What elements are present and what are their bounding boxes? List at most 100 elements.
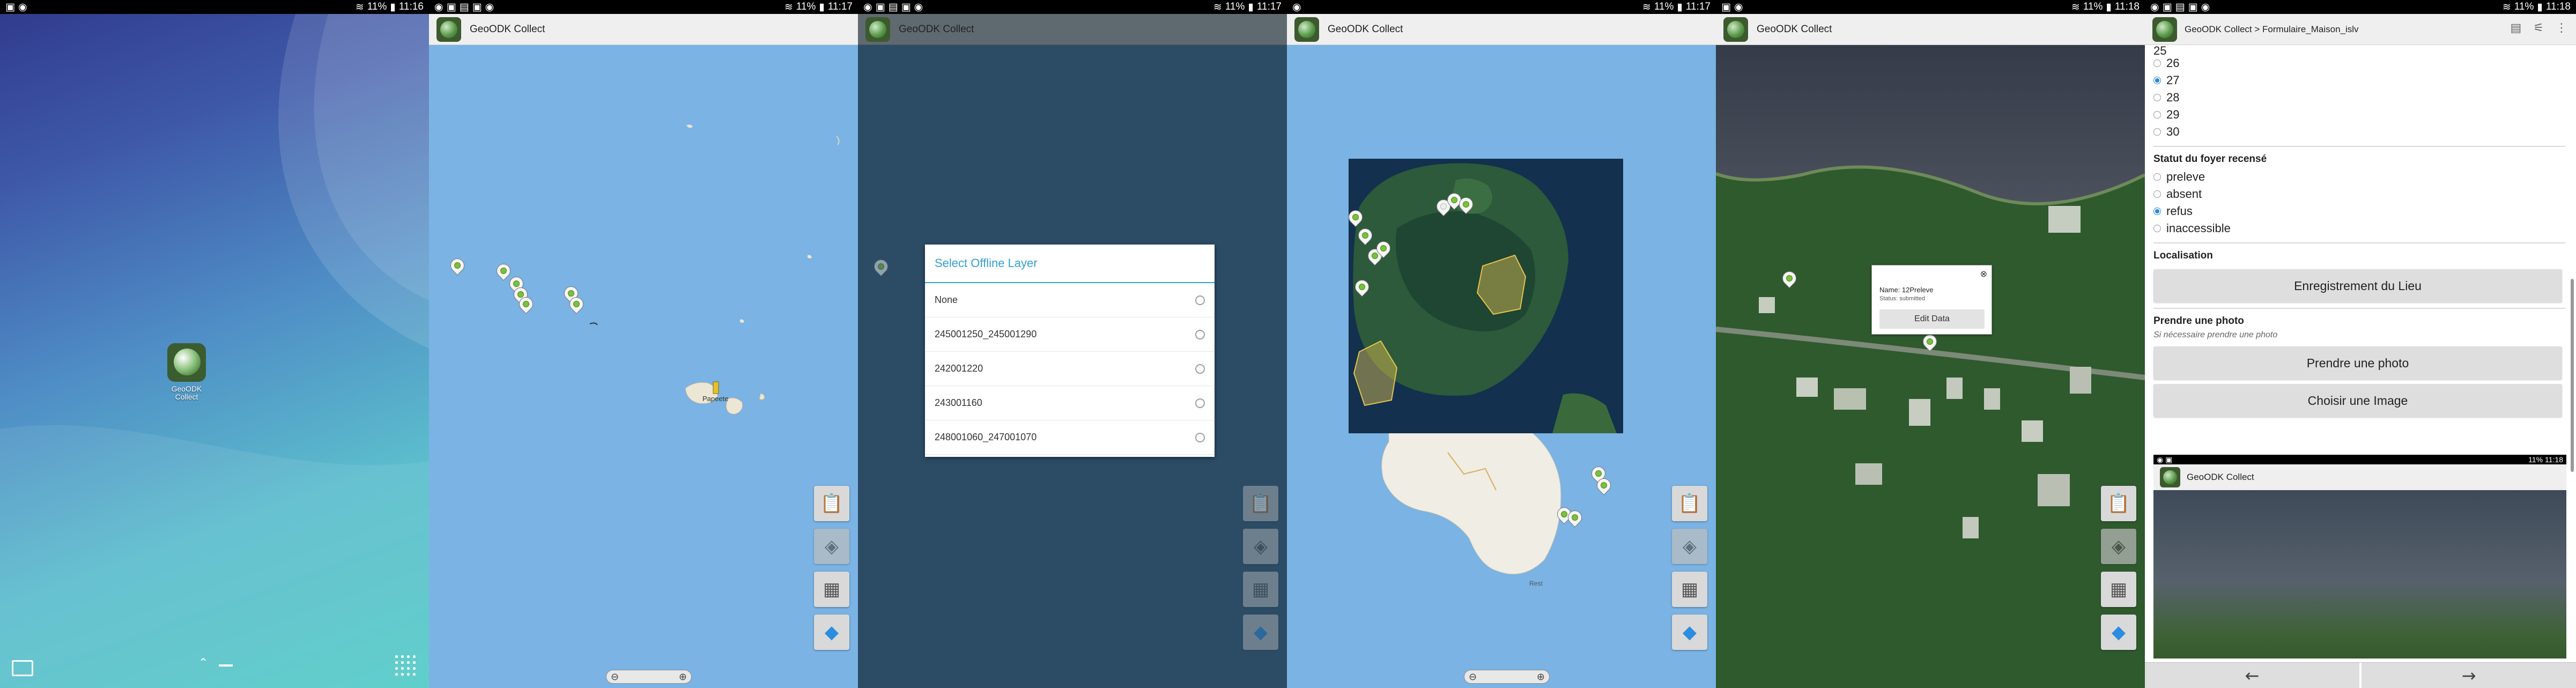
layers-button[interactable]: ◈ xyxy=(814,529,849,564)
layer-option[interactable]: 245001250_245001290 xyxy=(925,317,1215,352)
map-place-label: Rest xyxy=(1529,580,1543,587)
layers-button[interactable]: ◈ xyxy=(1672,529,1707,564)
save-icon[interactable]: ▤ xyxy=(2510,21,2521,35)
notification-icon: ▣ ◉ xyxy=(5,1,27,13)
locate-button[interactable]: ◆ xyxy=(2101,615,2136,650)
map-pin[interactable] xyxy=(1594,475,1614,498)
status-bar: ▣ ◉ ≋ 11% ▮ 11:16 xyxy=(0,0,429,14)
map-pin[interactable] xyxy=(447,255,468,278)
layers-icon: ◈ xyxy=(824,536,839,557)
layer-option-label: 242001220 xyxy=(935,363,983,374)
scrollbar[interactable] xyxy=(2571,279,2574,472)
map-pin[interactable] xyxy=(1779,268,1800,291)
close-icon[interactable]: ⊗ xyxy=(1980,269,1987,279)
map-pin[interactable] xyxy=(566,294,587,316)
layer-option[interactable]: 242001220 xyxy=(925,352,1215,386)
geoodk-logo-icon xyxy=(865,17,890,42)
zoom-out-icon[interactable]: ⊖ xyxy=(1469,671,1477,683)
radio-button[interactable] xyxy=(2153,225,2161,232)
layer-option-label: 245001250_245001290 xyxy=(935,329,1037,339)
radio-option[interactable]: 30 xyxy=(2153,123,2576,140)
radio-button[interactable] xyxy=(2153,128,2161,136)
radio-button[interactable] xyxy=(1195,295,1205,305)
radio-option[interactable]: absent xyxy=(2153,186,2576,203)
radio-button-selected[interactable] xyxy=(2153,208,2161,215)
radio-button[interactable] xyxy=(2153,60,2161,67)
locate-button[interactable]: ◆ xyxy=(1672,615,1707,650)
edit-data-button[interactable]: Edit Data xyxy=(1879,309,1985,329)
form-list-button: 📋 xyxy=(1243,486,1278,521)
radio-button[interactable] xyxy=(2153,94,2161,101)
form-list-button[interactable]: 📋 xyxy=(1672,486,1707,521)
record-location-button[interactable]: Enregistrement du Lieu xyxy=(2153,269,2562,302)
folder-icon[interactable] xyxy=(12,660,33,676)
radio-button-selected[interactable] xyxy=(2153,77,2161,84)
map-view[interactable]: Papeete 📋 ◈ ▦ ◆ ⊖ ⊕ xyxy=(429,45,858,688)
radio-button[interactable] xyxy=(1195,364,1205,374)
battery-level: 11% xyxy=(1225,1,1245,12)
grid-button[interactable]: ▦ xyxy=(814,572,849,607)
battery-level: 11% xyxy=(2528,455,2543,464)
take-photo-button[interactable]: Prendre une photo xyxy=(2153,346,2562,380)
geoodk-app-shortcut[interactable]: GeoODK Collect xyxy=(167,343,206,401)
map-pin[interactable] xyxy=(1920,331,1940,354)
choose-image-button[interactable]: Choisir une Image xyxy=(2153,384,2562,417)
layer-option[interactable]: 243001160 xyxy=(925,386,1215,420)
clipboard-icon: 📋 xyxy=(2107,493,2130,514)
offline-layer-panel: ◉ ▣ ▤ ▣ ◉ ≋ 11% ▮ 11:17 GeoODK Collect 📋… xyxy=(858,0,1287,688)
forward-arrow-icon[interactable]: → xyxy=(2362,663,2576,688)
layer-option[interactable]: 248001060_247001070 xyxy=(925,420,1215,455)
radio-option[interactable]: 29 xyxy=(2153,106,2576,123)
layers-button[interactable]: ◈ xyxy=(2101,529,2136,564)
map-pin[interactable] xyxy=(1565,507,1585,530)
chevron-up-icon[interactable]: ⌃ xyxy=(198,656,208,670)
radio-button[interactable] xyxy=(2153,190,2161,198)
zoom-out-icon[interactable]: ⊖ xyxy=(611,671,619,683)
island-shapes: Papeete xyxy=(589,124,840,415)
battery-level: 11% xyxy=(2083,1,2103,12)
radio-option-label: inaccessible xyxy=(2166,221,2231,235)
form-list-button[interactable]: 📋 xyxy=(2101,486,2136,521)
radio-option[interactable]: inaccessible xyxy=(2153,220,2576,237)
map-view[interactable]: Rest 📋 ◈ ▦ ◆ ⊖ ⊕ xyxy=(1287,45,1716,688)
radio-button[interactable] xyxy=(2153,173,2161,181)
point-status: Status: submitted xyxy=(1879,295,1925,302)
radio-option[interactable]: 27 xyxy=(2153,72,2576,89)
battery-icon: ▮ xyxy=(1248,1,1254,13)
preview-status-bar: ◉ ▣ 11% 11:18 xyxy=(2153,455,2566,464)
radio-button[interactable] xyxy=(1195,398,1205,408)
map-pin[interactable] xyxy=(493,261,514,283)
map-pin[interactable] xyxy=(516,294,536,316)
zoom-in-icon[interactable]: ⊕ xyxy=(679,671,687,683)
map-pin[interactable] xyxy=(1352,277,1372,299)
radio-option[interactable]: 26 xyxy=(2153,55,2576,72)
zoom-in-icon[interactable]: ⊕ xyxy=(1537,671,1545,683)
radio-option[interactable]: refus xyxy=(2153,203,2576,220)
hierarchy-icon[interactable]: ⚟ xyxy=(2533,21,2544,35)
back-arrow-icon[interactable]: ← xyxy=(2145,663,2362,688)
geoodk-logo-icon xyxy=(436,17,461,42)
map-pin[interactable] xyxy=(1355,225,1375,248)
map-pin[interactable] xyxy=(1349,207,1366,230)
form-list-button[interactable]: 📋 xyxy=(814,486,849,521)
zoom-control[interactable]: ⊖ ⊕ xyxy=(606,670,692,684)
grid-button[interactable]: ▦ xyxy=(2101,572,2136,607)
zoom-control[interactable]: ⊖ ⊕ xyxy=(1464,670,1550,684)
map-pin[interactable] xyxy=(1373,238,1394,261)
home-screen-panel: ▣ ◉ ≋ 11% ▮ 11:16 GeoODK Collect ⌃ xyxy=(0,0,429,688)
radio-button[interactable] xyxy=(2153,111,2161,119)
overflow-menu-icon[interactable]: ⋮ xyxy=(2556,21,2567,35)
radio-option[interactable]: 25 xyxy=(2153,45,2576,55)
radio-button[interactable] xyxy=(1195,329,1205,339)
map-pin[interactable] xyxy=(1456,194,1476,217)
map-view[interactable]: ⊗ Name: 12Preleve Status: submitted Edit… xyxy=(1716,45,2145,688)
layer-option[interactable]: None xyxy=(925,283,1215,317)
radio-option[interactable]: preleve xyxy=(2153,168,2576,186)
radio-option[interactable]: 28 xyxy=(2153,89,2576,106)
grid-button[interactable]: ▦ xyxy=(1672,572,1707,607)
radio-button[interactable] xyxy=(1195,432,1205,442)
app-drawer-icon[interactable] xyxy=(394,654,417,677)
radio-option-label: absent xyxy=(2166,187,2202,201)
map-overview-panel: ◉ ▣ ▤ ▣ ◉ ≋ 11% ▮ 11:17 GeoODK Collect P… xyxy=(429,0,858,688)
locate-button[interactable]: ◆ xyxy=(814,615,849,650)
